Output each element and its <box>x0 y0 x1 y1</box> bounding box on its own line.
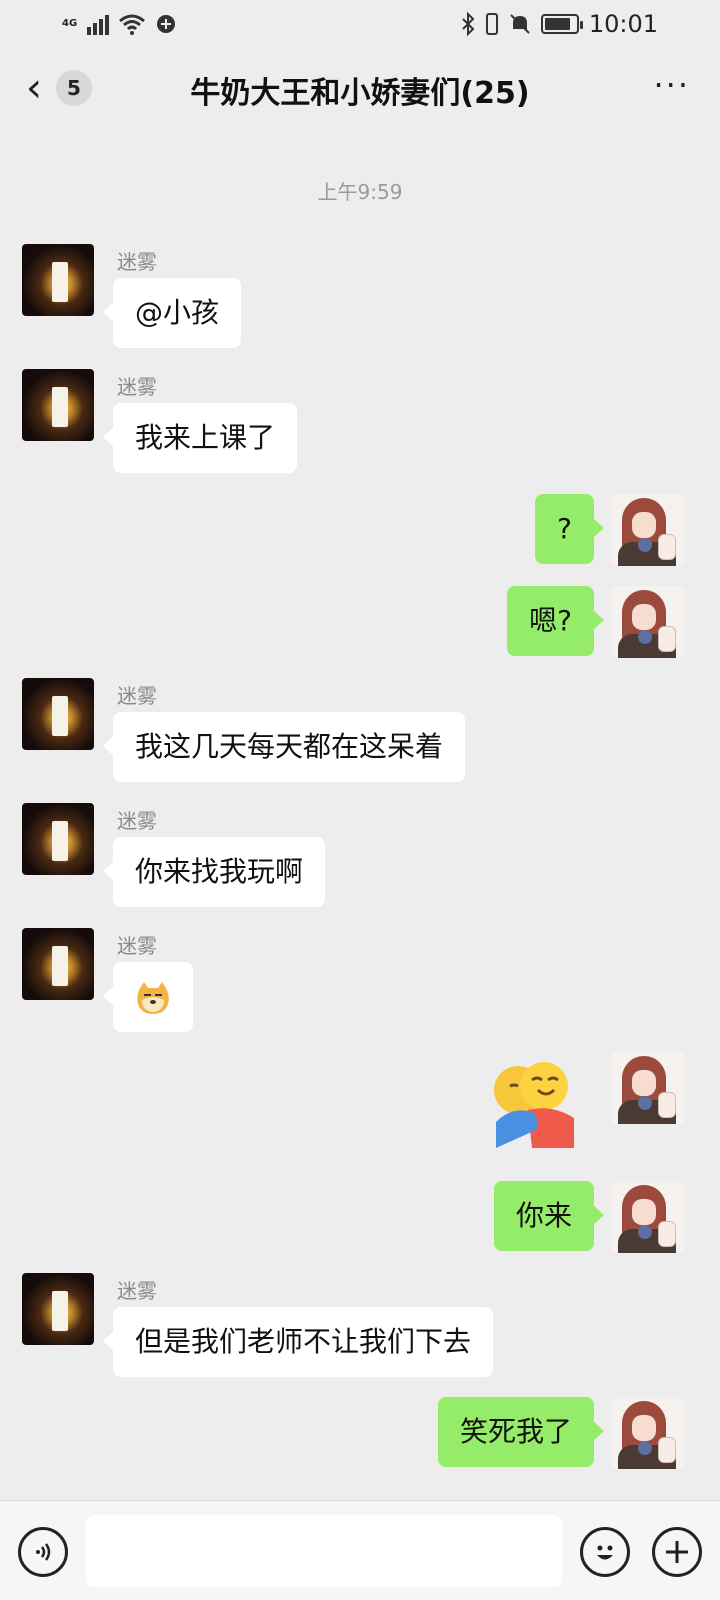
my-avatar[interactable] <box>612 1397 684 1469</box>
timestamp: 上午9:59 <box>317 180 403 204</box>
message-bubble[interactable]: 嗯? <box>507 586 604 656</box>
status-right: 10:01 <box>461 10 658 38</box>
more-dots-icon[interactable]: ··· <box>653 66 690 104</box>
message-bubble[interactable]: @小孩 <box>102 278 242 348</box>
message-bubble[interactable]: ? <box>535 494 604 564</box>
my-avatar[interactable] <box>612 1181 684 1253</box>
sender-avatar[interactable] <box>22 369 94 441</box>
sender-name: 迷雾 <box>117 809 157 833</box>
vibrate-icon <box>485 13 498 35</box>
battery-icon <box>540 14 583 34</box>
emoji-icon[interactable] <box>580 1527 630 1577</box>
bluetooth-icon <box>462 12 475 36</box>
network-type: 4G <box>62 18 78 29</box>
message-bubble[interactable]: 我来上课了 <box>102 403 298 473</box>
sender-name: 迷雾 <box>117 1279 157 1303</box>
plus-icon[interactable] <box>652 1527 702 1577</box>
message-bubble[interactable]: 你来找我玩啊 <box>102 837 326 907</box>
sender-avatar[interactable] <box>22 803 94 875</box>
chat-title: 牛奶大王和小娇妻们(25) <box>190 76 530 111</box>
doge-emoji <box>137 982 169 1014</box>
message-bubble[interactable]: 笑死我了 <box>437 1397 605 1467</box>
sender-name: 迷雾 <box>117 934 157 958</box>
my-avatar[interactable] <box>612 1052 684 1124</box>
message-bubble[interactable] <box>103 962 193 1032</box>
status-time: 10:01 <box>588 10 658 38</box>
mute-icon <box>510 14 530 34</box>
my-avatar[interactable] <box>612 494 684 566</box>
sender-name: 迷雾 <box>117 250 157 274</box>
status-left: 4G <box>62 13 177 35</box>
signal-icon <box>87 13 110 35</box>
vpn-icon <box>157 15 176 33</box>
sender-name: 迷雾 <box>117 375 157 399</box>
wifi-icon <box>119 14 146 35</box>
status-bar: 4G 10:01 <box>0 0 720 48</box>
voice-icon[interactable] <box>18 1527 68 1577</box>
sender-avatar[interactable] <box>22 244 94 316</box>
my-avatar[interactable] <box>612 586 684 658</box>
message-bubble[interactable]: 你来 <box>493 1181 605 1251</box>
message-bubble[interactable]: 但是我们老师不让我们下去 <box>102 1307 494 1377</box>
hug-emoji[interactable] <box>492 1060 578 1148</box>
message-bubble[interactable]: 我这几天每天都在这呆着 <box>102 712 466 782</box>
message-input[interactable] <box>86 1515 562 1587</box>
input-bar <box>0 1500 720 1600</box>
chat-header: ‹ 5 牛奶大王和小娇妻们(25) ··· <box>0 48 720 132</box>
message-list[interactable]: 上午9:59 迷雾 @小孩 迷雾 我来上课了 ? 嗯? 迷雾 我这几天每天都在这… <box>0 132 720 1500</box>
sender-avatar[interactable] <box>22 678 94 750</box>
sender-name: 迷雾 <box>117 684 157 708</box>
sender-avatar[interactable] <box>22 1273 94 1345</box>
sender-avatar[interactable] <box>22 928 94 1000</box>
